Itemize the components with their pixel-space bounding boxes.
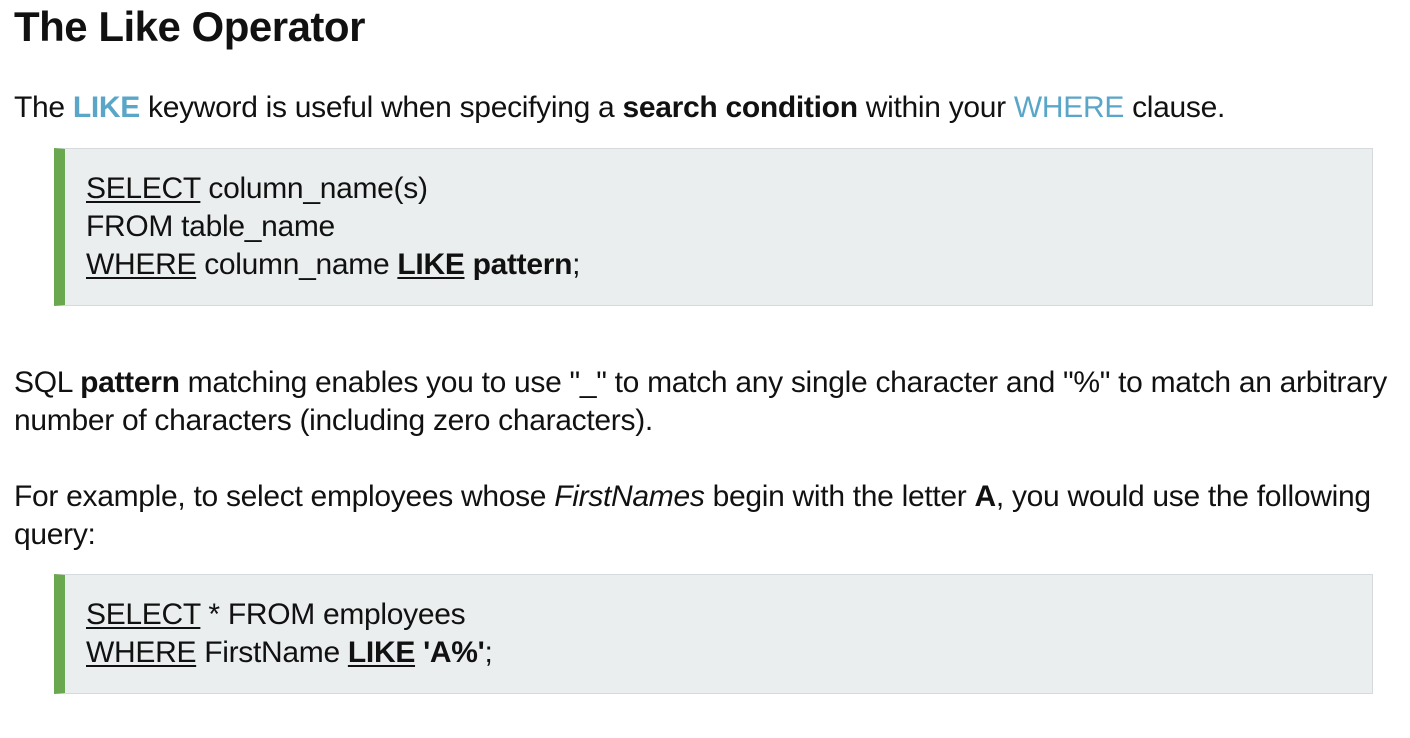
intro-text-3: within your xyxy=(857,91,1014,124)
intro-text-4: clause. xyxy=(1124,91,1226,124)
example-code-block: SELECT * FROM employees WHERE FirstName … xyxy=(54,574,1373,694)
like-keyword-link[interactable]: LIKE xyxy=(73,91,140,124)
intro-text-2: keyword is useful when specifying a xyxy=(139,91,623,124)
pattern-placeholder: pattern xyxy=(472,248,573,281)
where-keyword: WHERE xyxy=(86,636,197,669)
code-line: WHERE column_name LIKE pattern; xyxy=(86,246,1372,284)
code-semicolon: ; xyxy=(484,636,493,669)
example-text-2: begin with the letter xyxy=(704,480,975,513)
code-text: column_name xyxy=(196,248,398,281)
like-keyword: LIKE xyxy=(397,248,465,281)
letter-a: A xyxy=(974,480,997,513)
code-line: SELECT column_name(s) xyxy=(86,170,1372,208)
search-condition-term: search condition xyxy=(622,91,858,124)
code-text: FirstName xyxy=(196,636,348,669)
like-keyword: LIKE xyxy=(347,636,416,669)
intro-text-1: The xyxy=(14,91,73,124)
page-title: The Like Operator xyxy=(14,3,365,50)
select-keyword: SELECT xyxy=(86,172,201,205)
pattern-value: 'A%' xyxy=(423,636,485,669)
pattern-text-2: matching enables you to use "_" to match… xyxy=(14,366,1387,437)
example-paragraph: For example, to select employees whose F… xyxy=(14,478,1404,554)
code-line: FROM table_name xyxy=(86,210,335,243)
where-keyword-link[interactable]: WHERE xyxy=(1014,91,1124,124)
pattern-term: pattern xyxy=(80,366,180,399)
where-keyword: WHERE xyxy=(86,248,197,281)
select-keyword: SELECT xyxy=(86,598,201,631)
code-line: WHERE FirstName LIKE 'A%'; xyxy=(86,634,1372,672)
code-text: column_name(s) xyxy=(200,172,428,205)
pattern-text-1: SQL xyxy=(14,366,81,399)
firstnames-term: FirstNames xyxy=(554,480,705,513)
code-text: * FROM employees xyxy=(200,598,466,631)
syntax-code-block: SELECT column_name(s) FROM table_name WH… xyxy=(54,148,1373,306)
code-semicolon: ; xyxy=(572,248,581,281)
example-text-1: For example, to select employees whose xyxy=(14,480,555,513)
intro-paragraph: The LIKE keyword is useful when specifyi… xyxy=(14,89,1225,127)
lesson-page: The Like Operator The LIKE keyword is us… xyxy=(0,0,1410,738)
code-line: SELECT * FROM employees xyxy=(86,596,1372,634)
pattern-paragraph: SQL pattern matching enables you to use … xyxy=(14,364,1404,440)
